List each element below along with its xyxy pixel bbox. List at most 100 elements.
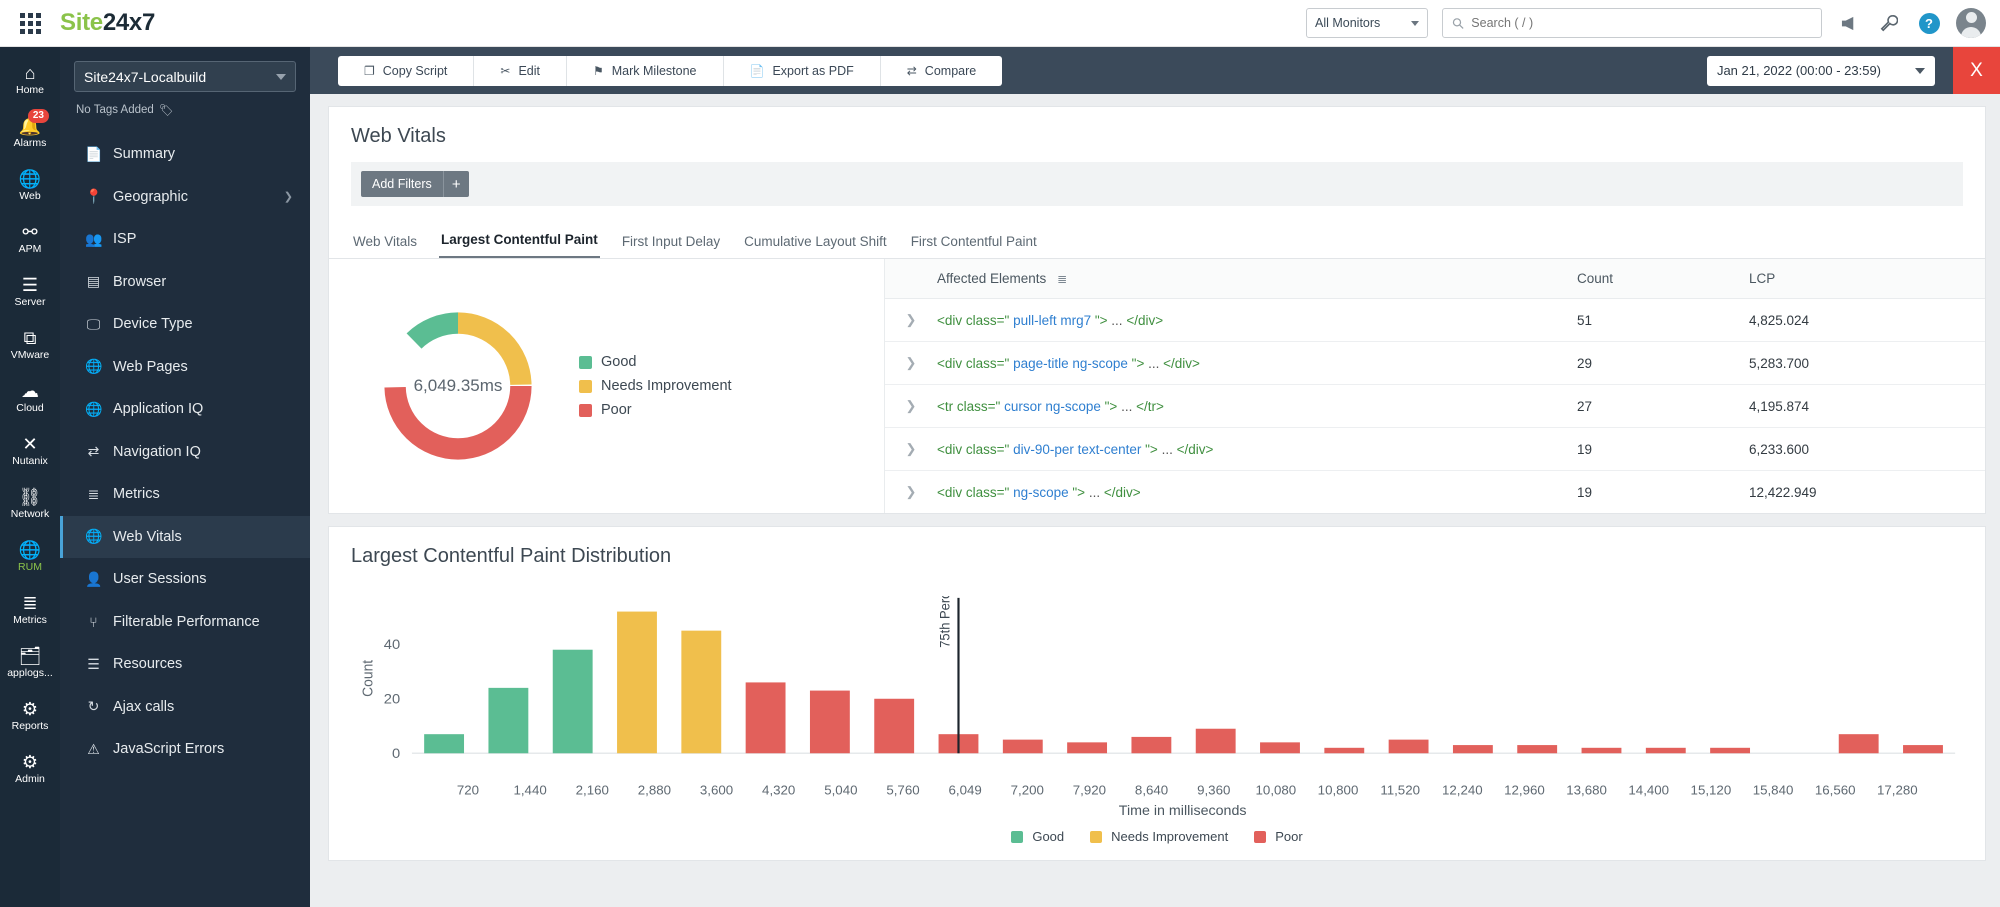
compare-button[interactable]: ⇄Compare <box>881 56 1002 86</box>
sidebar-item-summary[interactable]: 📄Summary <box>60 133 310 176</box>
bar-15,120[interactable] <box>1710 748 1750 753</box>
bar-8,640[interactable] <box>1131 737 1171 753</box>
row-expand-icon[interactable]: ❯ <box>885 342 937 385</box>
table-row[interactable]: ❯<tr class=" cursor ng-scope "> ... </tr… <box>885 385 1985 428</box>
row-expand-icon[interactable]: ❯ <box>885 385 937 428</box>
bar-7,920[interactable] <box>1067 742 1107 753</box>
export-as-pdf-button[interactable]: 📄Export as PDF <box>724 56 881 86</box>
row-expand-icon[interactable]: ❯ <box>885 299 937 342</box>
bar-13,680[interactable] <box>1582 748 1622 753</box>
announcements-icon[interactable] <box>1836 10 1862 36</box>
sidebar-item-filterable-performance[interactable]: ⑂Filterable Performance <box>60 601 310 644</box>
avatar[interactable] <box>1956 8 1986 38</box>
sidebar-item-user-sessions[interactable]: 👤User Sessions <box>60 558 310 601</box>
bar-10,800[interactable] <box>1324 748 1364 753</box>
bar-5,040[interactable] <box>810 691 850 754</box>
bar-7,200[interactable] <box>1003 740 1043 754</box>
bar-5,760[interactable] <box>874 699 914 753</box>
all-monitors-dropdown[interactable]: All Monitors <box>1306 8 1428 38</box>
row-expand-icon[interactable]: ❯ <box>885 471 937 514</box>
bar-10,080[interactable] <box>1260 742 1300 753</box>
affected-element-cell[interactable]: <div class=" pull-left mrg7 "> ... </div… <box>937 299 1577 342</box>
rail-item-web[interactable]: 🌐Web <box>0 159 60 212</box>
lcp-donut-chart[interactable]: 6,049.35ms <box>375 303 541 469</box>
sidebar-item-application-iq[interactable]: 🌐Application IQ <box>60 388 310 431</box>
table-row[interactable]: ❯<div class=" page-title ng-scope "> ...… <box>885 342 1985 385</box>
close-button[interactable]: X <box>1953 47 2000 94</box>
bar-11,520[interactable] <box>1389 740 1429 754</box>
rail-item-home[interactable]: ⌂Home <box>0 53 60 106</box>
sidebar-item-isp[interactable]: 👥ISP <box>60 218 310 261</box>
affected-element-cell[interactable]: <tr class=" cursor ng-scope "> ... </tr> <box>937 385 1577 428</box>
bar-12,960[interactable] <box>1517 745 1557 753</box>
rail-item-network[interactable]: ⛓Network <box>0 477 60 530</box>
add-filters-button[interactable]: Add Filters + <box>361 171 469 197</box>
sidebar-item-ajax-calls[interactable]: ↻Ajax calls <box>60 686 310 729</box>
sidebar-item-web-vitals[interactable]: 🌐Web Vitals <box>60 516 310 559</box>
chart-legend-item-needs-improvement[interactable]: Needs Improvement <box>1090 829 1228 844</box>
bar-2,880[interactable] <box>617 612 657 754</box>
sidebar-item-metrics[interactable]: ≣Metrics <box>60 473 310 516</box>
bar-2,160[interactable] <box>553 650 593 754</box>
sidebar-item-web-pages[interactable]: 🌐Web Pages <box>60 346 310 389</box>
tab-first-input-delay[interactable]: First Input Delay <box>620 228 722 258</box>
bar-1,440[interactable] <box>488 688 528 753</box>
tab-largest-contentful-paint[interactable]: Largest Contentful Paint <box>439 226 600 258</box>
settings-wrench-icon[interactable] <box>1876 10 1902 36</box>
add-filter-plus-icon[interactable]: + <box>443 171 469 197</box>
rail-item-admin[interactable]: ⚙Admin <box>0 742 60 795</box>
sidebar-item-browser[interactable]: ▤Browser <box>60 261 310 304</box>
bar-16,560[interactable] <box>1839 734 1879 753</box>
rail-item-reports[interactable]: ⚙Reports <box>0 689 60 742</box>
affected-element-cell[interactable]: <div class=" page-title ng-scope "> ... … <box>937 342 1577 385</box>
affected-element-cell[interactable]: <div class=" ng-scope "> ... </div> <box>937 471 1577 514</box>
rail-item-server[interactable]: ☰Server <box>0 265 60 318</box>
app-launcher-icon[interactable] <box>0 13 60 34</box>
tags-row[interactable]: No Tags Added 🏷 <box>60 92 310 133</box>
table-row[interactable]: ❯<div class=" pull-left mrg7 "> ... </di… <box>885 299 1985 342</box>
copy-script-button[interactable]: ❐Copy Script <box>338 56 474 86</box>
bar-17,280[interactable] <box>1903 745 1943 753</box>
rail-item-apm[interactable]: ⚯APM <box>0 212 60 265</box>
row-expand-icon[interactable]: ❯ <box>885 428 937 471</box>
distribution-chart[interactable]: 02040Count75th Percentile 7201,4402,1602… <box>329 582 1985 819</box>
monitor-name-dropdown[interactable]: Site24x7-Localbuild <box>74 61 296 92</box>
sidebar-item-navigation-iq[interactable]: ⇄Navigation IQ <box>60 431 310 474</box>
rail-item-alarms[interactable]: 23🔔Alarms <box>0 106 60 159</box>
mark-milestone-button[interactable]: ⚑Mark Milestone <box>567 56 724 86</box>
bar-12,240[interactable] <box>1453 745 1493 753</box>
sort-icon[interactable]: ≣ <box>1057 272 1067 286</box>
rail-item-applogs[interactable]: 🗂applogs... <box>0 636 60 689</box>
sidebar-item-geographic[interactable]: 📍Geographic❯ <box>60 176 310 219</box>
brand-logo[interactable]: Site24x7 <box>60 9 155 37</box>
lcp-column-header[interactable]: LCP <box>1749 259 1985 299</box>
sidebar-item-javascript-errors[interactable]: ⚠JavaScript Errors <box>60 728 310 771</box>
rail-item-rum[interactable]: 🌐RUM <box>0 530 60 583</box>
rail-item-nutanix[interactable]: ✕Nutanix <box>0 424 60 477</box>
edit-button[interactable]: ✂Edit <box>474 56 567 86</box>
count-column-header[interactable]: Count <box>1577 259 1749 299</box>
bar-9,360[interactable] <box>1196 729 1236 754</box>
bar-3,600[interactable] <box>681 631 721 754</box>
date-range-picker[interactable]: Jan 21, 2022 (00:00 - 23:59) <box>1707 56 1935 86</box>
rail-item-cloud[interactable]: ☁Cloud <box>0 371 60 424</box>
elements-column-header[interactable]: Affected Elements ≣ <box>937 259 1577 299</box>
chart-legend-item-good[interactable]: Good <box>1011 829 1064 844</box>
sidebar-item-device-type[interactable]: 🖵Device Type <box>60 303 310 346</box>
tab-cumulative-layout-shift[interactable]: Cumulative Layout Shift <box>742 228 889 258</box>
affected-element-cell[interactable]: <div class=" div-90-per text-center "> .… <box>937 428 1577 471</box>
help-button[interactable]: ? <box>1916 10 1942 36</box>
bar-4,320[interactable] <box>746 682 786 753</box>
rail-item-vmware[interactable]: ⧉VMware <box>0 318 60 371</box>
chart-legend-item-poor[interactable]: Poor <box>1254 829 1302 844</box>
bar-720[interactable] <box>424 734 464 753</box>
tab-web-vitals[interactable]: Web Vitals <box>351 228 419 258</box>
sidebar-item-resources[interactable]: ☰Resources <box>60 643 310 686</box>
bar-14,400[interactable] <box>1646 748 1686 753</box>
tab-first-contentful-paint[interactable]: First Contentful Paint <box>909 228 1039 258</box>
search-box[interactable] <box>1442 8 1822 38</box>
search-input[interactable] <box>1471 16 1812 30</box>
table-row[interactable]: ❯<div class=" div-90-per text-center "> … <box>885 428 1985 471</box>
rail-item-metrics[interactable]: ≣Metrics <box>0 583 60 636</box>
table-row[interactable]: ❯<div class=" ng-scope "> ... </div>1912… <box>885 471 1985 514</box>
